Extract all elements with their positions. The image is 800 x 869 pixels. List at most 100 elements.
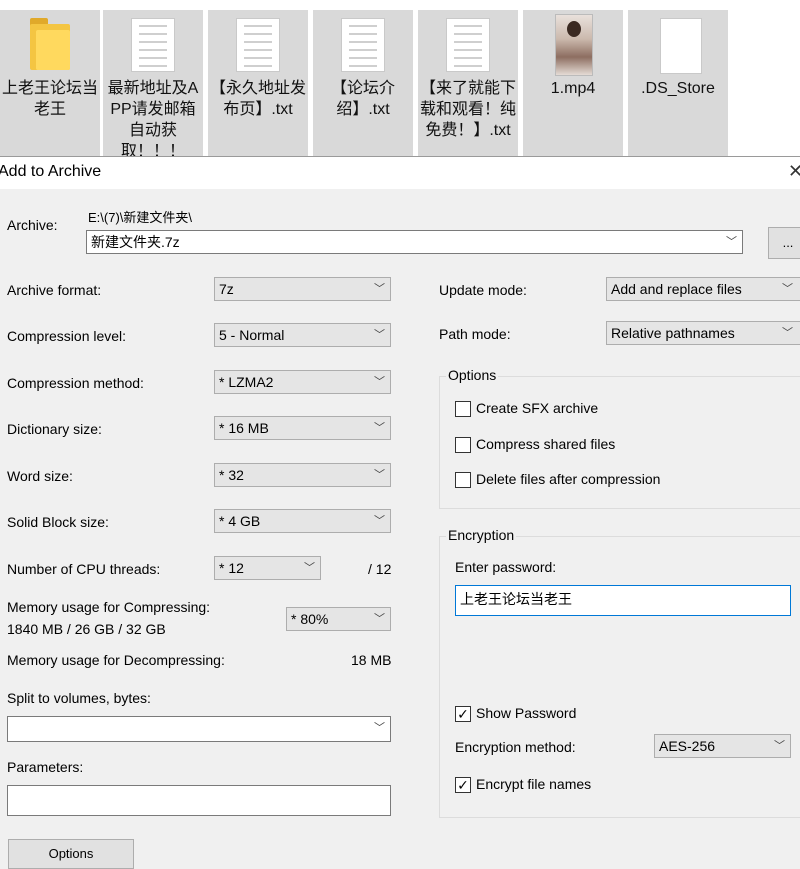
chevron-down-icon: ﹀: [374, 469, 385, 481]
chevron-down-icon: ﹀: [374, 329, 385, 341]
compression-level-value: 5 - Normal: [219, 327, 285, 343]
archive-format-select[interactable]: 7z ﹀: [214, 277, 391, 301]
checkmark-icon[interactable]: ✓: [455, 777, 471, 793]
memory-decompressing-label: Memory usage for Decompressing:: [7, 652, 225, 668]
dictionary-size-value: * 16 MB: [219, 420, 269, 436]
memory-compressing-label: Memory usage for Compressing:: [7, 599, 211, 615]
archive-format-label: Archive format:: [7, 282, 102, 298]
split-volumes-label: Split to volumes, bytes:: [7, 690, 151, 706]
compression-level-label: Compression level:: [7, 328, 127, 344]
cpu-threads-label: Number of CPU threads:: [7, 561, 161, 577]
encryption-method-value: AES-256: [659, 738, 716, 754]
archive-format-value: 7z: [219, 281, 234, 297]
password-label: Enter password:: [455, 559, 557, 575]
browse-button[interactable]: ...: [768, 227, 800, 259]
show-password-label: Show Password: [476, 705, 577, 721]
memory-usage-select[interactable]: * 80% ﹀: [286, 607, 391, 631]
encryption-method-select[interactable]: AES-256 ﹀: [654, 734, 791, 758]
create-sfx-label: Create SFX archive: [476, 400, 599, 416]
chevron-down-icon: ﹀: [782, 327, 793, 339]
memory-compressing-value: 1840 MB / 26 GB / 32 GB: [7, 621, 166, 637]
file-item[interactable]: 最新地址及APP请发邮箱自动获取！！！: [103, 10, 203, 156]
path-mode-value: Relative pathnames: [611, 325, 735, 341]
file-name: 上老王论坛当老王: [2, 80, 99, 118]
chevron-down-icon: ﹀: [304, 562, 315, 574]
file-item[interactable]: 【来了就能下载和观看！纯免费！】.txt: [418, 10, 518, 156]
file-item[interactable]: 【永久地址发布页】.txt: [208, 10, 308, 156]
word-size-label: Word size:: [7, 468, 73, 484]
file-item[interactable]: 【论坛介绍】.txt: [313, 10, 413, 156]
file-name: 最新地址及APP请发邮箱自动获取！！！: [107, 80, 199, 156]
checkmark-icon[interactable]: ✓: [455, 706, 471, 722]
video-thumbnail: [555, 14, 593, 76]
path-mode-label: Path mode:: [439, 326, 511, 342]
compression-method-value: * LZMA2: [219, 374, 274, 390]
update-mode-value: Add and replace files: [611, 281, 742, 297]
text-file-icon: [131, 18, 175, 72]
file-list: 上老王论坛当老王 最新地址及APP请发邮箱自动获取！！！ 【永久地址发布页】.t…: [0, 0, 800, 156]
chevron-down-icon: ﹀: [774, 740, 785, 752]
compress-shared-label: Compress shared files: [476, 436, 616, 452]
compression-method-select[interactable]: * LZMA2 ﹀: [214, 370, 391, 394]
delete-after-label: Delete files after compression: [476, 471, 661, 487]
archive-name-combo[interactable]: 新建文件夹.7z ﹀: [86, 230, 743, 254]
encryption-method-label: Encryption method:: [455, 739, 576, 755]
update-mode-label: Update mode:: [439, 282, 527, 298]
file-item[interactable]: .DS_Store: [628, 10, 728, 156]
folder-icon: [28, 18, 72, 72]
solid-block-size-label: Solid Block size:: [7, 514, 109, 530]
update-mode-select[interactable]: Add and replace files ﹀: [606, 277, 800, 301]
dialog-title: Add to Archive: [0, 163, 102, 180]
archive-label: Archive:: [7, 217, 58, 233]
split-volumes-combo[interactable]: ﹀: [7, 716, 391, 742]
compression-level-select[interactable]: 5 - Normal ﹀: [214, 323, 391, 347]
add-to-archive-dialog: Add to Archive ✕ Archive: E:\(7)\新建文件夹\ …: [0, 156, 800, 869]
file-name: 【永久地址发布页】.txt: [210, 80, 307, 118]
file-name: 1.mp4: [550, 80, 596, 97]
file-item-video[interactable]: 1.mp4: [523, 10, 623, 156]
chevron-down-icon: ﹀: [374, 613, 385, 625]
blank-file-icon: [660, 18, 702, 74]
compression-method-label: Compression method:: [7, 375, 144, 391]
chevron-down-icon: ﹀: [374, 283, 385, 295]
parameters-label: Parameters:: [7, 759, 84, 775]
parameters-input[interactable]: [7, 785, 391, 816]
solid-block-size-value: * 4 GB: [219, 513, 261, 529]
file-name: 【来了就能下载和观看！纯免费！】.txt: [420, 80, 517, 139]
cpu-threads-max: / 12: [368, 561, 392, 577]
chevron-down-icon: ﹀: [374, 376, 385, 388]
cpu-threads-select[interactable]: * 12 ﹀: [214, 556, 321, 580]
title-bar: Add to Archive ✕: [0, 157, 800, 189]
checkbox[interactable]: [455, 437, 471, 453]
word-size-value: * 32: [219, 467, 244, 483]
archive-path: E:\(7)\新建文件夹\: [88, 210, 193, 225]
encrypt-file-names-label: Encrypt file names: [476, 776, 592, 792]
word-size-select[interactable]: * 32 ﹀: [214, 463, 391, 487]
chevron-down-icon: ﹀: [374, 422, 385, 434]
path-mode-select[interactable]: Relative pathnames ﹀: [606, 321, 800, 345]
text-file-icon: [236, 18, 280, 72]
solid-block-size-select[interactable]: * 4 GB ﹀: [214, 509, 391, 533]
file-item-folder[interactable]: 上老王论坛当老王: [0, 10, 100, 156]
chevron-down-icon: ﹀: [374, 722, 385, 734]
memory-decompressing-value: 18 MB: [351, 652, 392, 668]
checkbox[interactable]: [455, 472, 471, 488]
dictionary-size-label: Dictionary size:: [7, 421, 102, 437]
file-name: .DS_Store: [641, 80, 715, 97]
chevron-down-icon: ﹀: [782, 283, 793, 295]
close-icon[interactable]: ✕: [788, 161, 800, 182]
file-name: 【论坛介绍】.txt: [330, 80, 395, 118]
checkbox[interactable]: [455, 401, 471, 417]
cpu-threads-value: * 12: [219, 560, 244, 576]
memory-usage-value: * 80%: [291, 611, 329, 627]
text-file-icon: [446, 18, 490, 72]
chevron-down-icon: ﹀: [374, 515, 385, 527]
password-input[interactable]: 上老王论坛当老王: [455, 585, 791, 616]
options-button[interactable]: Options: [8, 839, 134, 869]
encryption-group-title: Encryption: [446, 527, 517, 543]
text-file-icon: [341, 18, 385, 72]
chevron-down-icon: ﹀: [726, 236, 737, 248]
dictionary-size-select[interactable]: * 16 MB ﹀: [214, 416, 391, 440]
options-group-title: Options: [446, 367, 499, 383]
archive-name-value: 新建文件夹.7z: [91, 234, 180, 250]
